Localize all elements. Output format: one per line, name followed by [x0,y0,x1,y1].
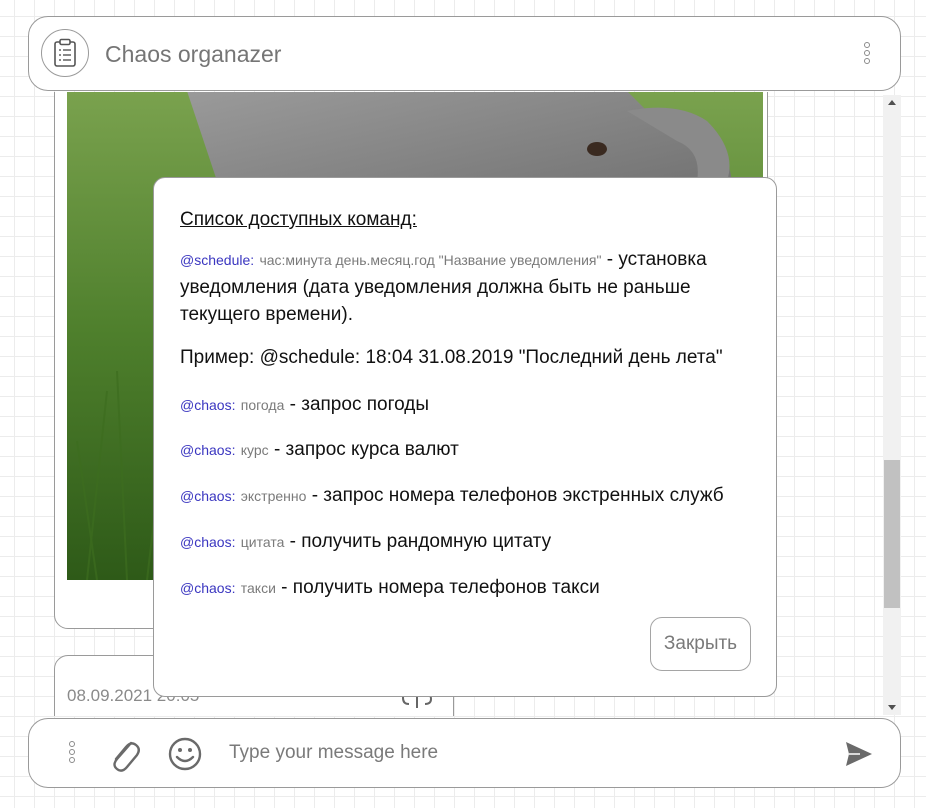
app-header: Chaos organazer [28,16,901,91]
commands-dialog: Список доступных команд: @schedule: час:… [153,177,777,697]
message-composer [28,718,901,788]
command-args: час:минута день.месяц.год "Название увед… [259,252,602,268]
send-icon[interactable] [844,739,874,769]
command-keyword: @chaos: [180,442,236,458]
command-arg: погода [240,397,285,413]
command-arg: экстренно [240,488,307,504]
dialog-title: Список доступных команд: [180,209,417,230]
command-keyword: @schedule: [180,252,255,268]
kebab-menu-icon[interactable] [864,42,874,70]
clipboard-icon [41,29,89,77]
command-keyword: @chaos: [180,397,236,413]
command-keyword: @chaos: [180,534,236,550]
command-taxi: @chaos: такси - получить номера телефоно… [180,574,755,602]
scroll-down-arrow-icon[interactable] [888,705,896,710]
feed-scrollbar[interactable] [883,95,901,715]
paperclip-icon[interactable] [107,735,141,773]
command-keyword: @chaos: [180,488,236,504]
command-arg: цитата [240,534,285,550]
command-description: - запрос погоды [284,394,429,415]
command-emergency: @chaos: экстренно - запрос номера телефо… [180,482,755,510]
command-schedule: @schedule: час:минута день.месяц.год "На… [180,246,755,328]
command-description: - получить номера телефонов такси [275,577,600,598]
command-arg: курс [240,442,269,458]
command-example: Пример: @schedule: 18:04 31.08.2019 "Пос… [180,347,723,368]
scrollbar-thumb[interactable] [884,460,900,608]
command-weather: @chaos: погода - запрос погоды [180,391,755,419]
command-description: - запрос номера телефонов экстренных слу… [306,485,724,506]
emoji-icon[interactable] [167,736,203,772]
command-description: - получить рандомную цитату [284,531,552,552]
kebab-menu-icon[interactable] [69,741,79,769]
command-arg: такси [240,580,276,596]
app-title: Chaos organazer [105,41,282,67]
close-button[interactable]: Закрыть [650,617,751,671]
command-currency: @chaos: курс - запрос курса валют [180,436,755,464]
command-description: - запрос курса валют [268,439,459,460]
message-input[interactable] [227,733,821,773]
command-quote: @chaos: цитата - получить рандомную цита… [180,528,755,556]
scroll-up-arrow-icon[interactable] [888,100,896,105]
command-keyword: @chaos: [180,580,236,596]
